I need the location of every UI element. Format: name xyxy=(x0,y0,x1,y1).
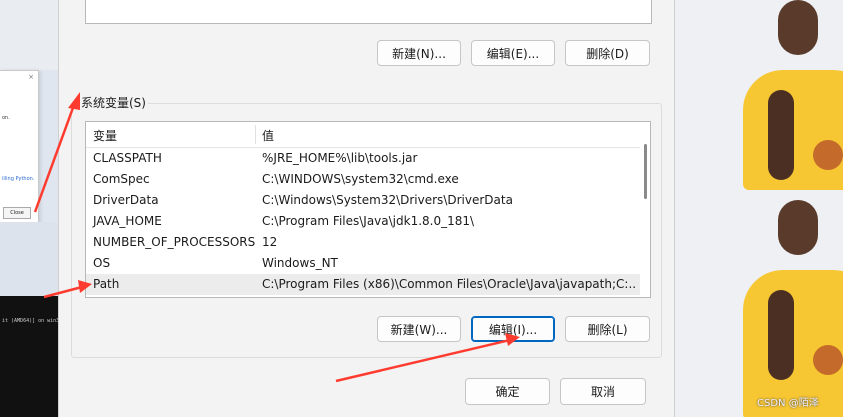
wallpaper-player-arm xyxy=(768,290,794,380)
ok-button[interactable]: 确定 xyxy=(465,378,550,405)
table-row[interactable]: JAVA_HOME C:\Program Files\Java\jdk1.8.0… xyxy=(86,211,641,232)
background-dialog: × on. illing Python. Close xyxy=(0,70,39,224)
background-window-left: × on. illing Python. Close it (AMD64)] o… xyxy=(0,0,62,417)
wallpaper-player-head xyxy=(778,200,818,255)
desktop-wallpaper xyxy=(673,0,843,417)
user-new-button[interactable]: 新建(N)... xyxy=(377,40,461,66)
wallpaper-player-head xyxy=(778,0,818,55)
column-header-variable[interactable]: 变量 xyxy=(93,127,117,144)
column-divider[interactable] xyxy=(255,125,256,144)
variable-name: OS xyxy=(93,256,111,270)
variable-name: ComSpec xyxy=(93,172,150,186)
basketball-icon xyxy=(813,140,843,170)
console-text: it (AMD64)] on win32 xyxy=(2,318,63,324)
table-row[interactable]: NUMBER_OF_PROCESSORS 12 xyxy=(86,232,641,253)
user-delete-button[interactable]: 删除(D) xyxy=(565,40,650,66)
background-dialog-link: illing Python. xyxy=(2,176,35,182)
user-variables-list[interactable] xyxy=(85,0,652,24)
background-console: it (AMD64)] on win32 xyxy=(0,296,62,417)
user-edit-button[interactable]: 编辑(E)... xyxy=(471,40,555,66)
table-row[interactable]: OS Windows_NT xyxy=(86,253,641,274)
watermark: CSDN @陌泽 xyxy=(757,398,819,409)
table-row-selected[interactable]: Path C:\Program Files (x86)\Common Files… xyxy=(86,274,641,295)
table-row[interactable]: CLASSPATH %JRE_HOME%\lib\tools.jar xyxy=(86,148,641,169)
environment-variables-dialog: 新建(N)... 编辑(E)... 删除(D) 系统变量(S) 变量 值 CLA… xyxy=(58,0,675,417)
variable-value: C:\Program Files (x86)\Common Files\Orac… xyxy=(262,277,637,291)
variable-value: C:\WINDOWS\system32\cmd.exe xyxy=(262,172,459,186)
background-close-button[interactable]: Close xyxy=(3,207,31,219)
system-variables-title: 系统变量(S) xyxy=(79,95,148,111)
background-panel xyxy=(0,222,58,296)
background-dialog-text: on. xyxy=(2,115,10,121)
variable-value: %JRE_HOME%\lib\tools.jar xyxy=(262,151,418,165)
background-panel xyxy=(0,0,58,70)
variable-name: CLASSPATH xyxy=(93,151,162,165)
variable-value: Windows_NT xyxy=(262,256,338,270)
variable-value: C:\Program Files\Java\jdk1.8.0_181\ xyxy=(262,214,475,228)
system-edit-button[interactable]: 编辑(I)... xyxy=(471,316,555,342)
variable-name: NUMBER_OF_PROCESSORS xyxy=(93,235,256,249)
wallpaper-player-arm xyxy=(768,90,794,180)
table-header: 变量 值 xyxy=(86,122,641,148)
variable-value: 12 xyxy=(262,235,278,249)
cancel-button[interactable]: 取消 xyxy=(560,378,646,405)
variable-name: DriverData xyxy=(93,193,159,207)
system-delete-button[interactable]: 删除(L) xyxy=(565,316,650,342)
table-row[interactable]: DriverData C:\Windows\System32\Drivers\D… xyxy=(86,190,641,211)
variable-name: JAVA_HOME xyxy=(93,214,162,228)
basketball-icon xyxy=(813,345,843,375)
system-new-button[interactable]: 新建(W)... xyxy=(377,316,461,342)
scrollbar-thumb[interactable] xyxy=(644,144,647,199)
vertical-scrollbar[interactable] xyxy=(640,122,650,297)
system-variables-table[interactable]: 变量 值 CLASSPATH %JRE_HOME%\lib\tools.jar … xyxy=(85,121,651,298)
variable-name: Path xyxy=(93,277,120,291)
column-header-value[interactable]: 值 xyxy=(262,127,274,144)
close-icon[interactable]: × xyxy=(28,73,34,81)
table-row[interactable]: ComSpec C:\WINDOWS\system32\cmd.exe xyxy=(86,169,641,190)
variable-value: C:\Windows\System32\Drivers\DriverData xyxy=(262,193,513,207)
